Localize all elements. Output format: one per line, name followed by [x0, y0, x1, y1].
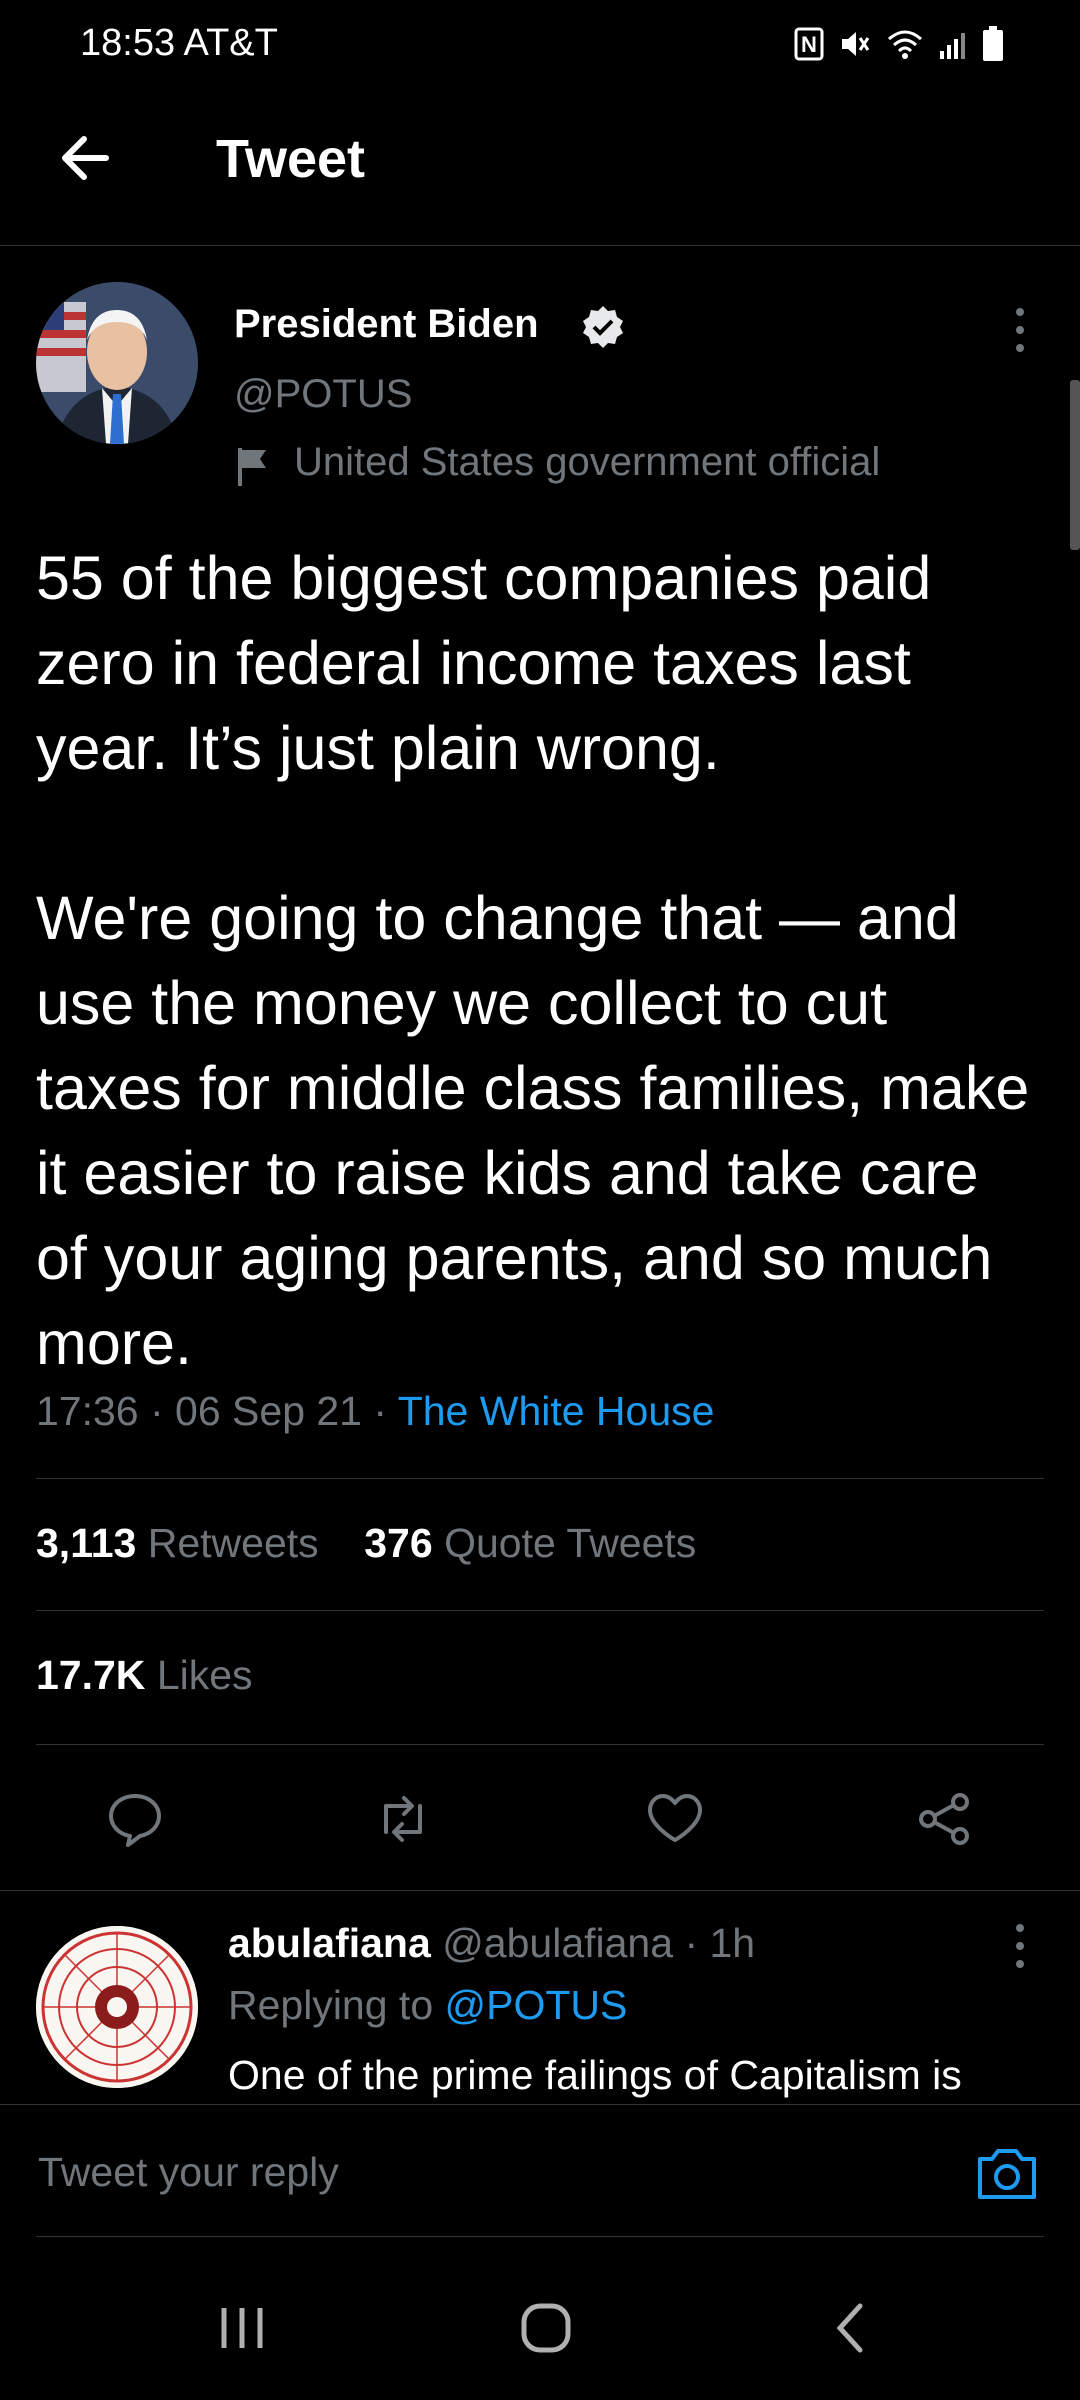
replying-to: Replying to @POTUS [228, 1982, 628, 2028]
author-handle[interactable]: @POTUS [234, 372, 412, 417]
camera-button[interactable] [974, 2143, 1040, 2203]
reply-text: One of the prime failings of Capitalism … [228, 2052, 962, 2098]
more-options-button[interactable] [1008, 304, 1032, 356]
back-button[interactable] [52, 125, 118, 191]
recent-apps-button[interactable] [214, 2300, 270, 2356]
more-vertical-icon [1016, 308, 1024, 352]
status-icons: N [794, 26, 1004, 62]
tweet-meta: 17:36 · 06 Sep 21 · The White House [36, 1388, 715, 1434]
verified-badge-icon [580, 304, 626, 350]
quote-tweets-stat[interactable]: 376 Quote Tweets [364, 1520, 696, 1566]
reply-author-handle[interactable]: @abulafiana [442, 1920, 673, 1966]
nfc-icon: N [794, 27, 824, 61]
retweets-stat[interactable]: 3,113 Retweets [36, 1520, 319, 1566]
tweet-source-link[interactable]: The White House [398, 1388, 715, 1434]
battery-icon [982, 26, 1004, 62]
government-label[interactable]: United States government official [294, 440, 880, 485]
tweet-date: 06 Sep 21 [175, 1388, 362, 1434]
chevron-left-icon [836, 2303, 863, 2353]
page-title: Tweet [216, 129, 366, 189]
heart-icon [648, 1794, 702, 1842]
actions-divider [36, 1744, 1044, 1745]
reply-age: 1h [709, 1920, 756, 1966]
retweet-button[interactable] [370, 1786, 436, 1852]
reply-composer [0, 2104, 1080, 2241]
tweet-text: 55 of the biggest companies paid zero in… [36, 544, 1030, 1377]
reply-header: abulafiana @abulafiana · 1h [228, 1920, 756, 1966]
replying-to-handle[interactable]: @POTUS [445, 1982, 628, 2028]
tweet-time: 17:36 [36, 1388, 139, 1434]
mute-icon [838, 27, 872, 61]
arrow-left-icon [62, 136, 109, 180]
reply-avatar[interactable] [36, 1926, 198, 2088]
flag-icon [236, 446, 272, 488]
reply-button[interactable] [102, 1786, 168, 1852]
signal-icon [938, 27, 968, 61]
composer-divider [36, 2236, 1044, 2237]
home-button[interactable] [516, 2298, 576, 2358]
camera-icon [978, 2149, 1036, 2199]
like-button[interactable] [642, 1786, 708, 1852]
more-vertical-icon [1016, 1924, 1024, 1968]
header-divider [0, 245, 1080, 246]
status-time: 18:53 AT&T [80, 22, 278, 64]
svg-text:N: N [801, 32, 817, 57]
reply-author-name[interactable]: abulafiana [228, 1920, 431, 1966]
reply-more-button[interactable] [1008, 1920, 1032, 1972]
comment-icon [109, 1794, 161, 1847]
reply-input[interactable] [36, 2135, 940, 2209]
author-name[interactable]: President Biden [234, 302, 539, 347]
thread-divider [0, 1890, 1080, 1891]
likes-stat[interactable]: 17.7K Likes [36, 1652, 253, 1699]
share-button[interactable] [912, 1786, 978, 1852]
stats-divider-2 [36, 1610, 1044, 1611]
scrollbar[interactable] [1070, 380, 1080, 550]
share-icon [919, 1793, 969, 1845]
system-back-button[interactable] [822, 2298, 882, 2358]
retweet-icon [384, 1796, 422, 1842]
wifi-icon [886, 27, 924, 61]
home-icon [521, 2303, 571, 2353]
author-avatar[interactable] [36, 282, 198, 444]
recent-apps-icon [221, 2308, 263, 2348]
stats-row: 3,113 Retweets 376 Quote Tweets [36, 1520, 696, 1567]
stats-divider [36, 1478, 1044, 1479]
